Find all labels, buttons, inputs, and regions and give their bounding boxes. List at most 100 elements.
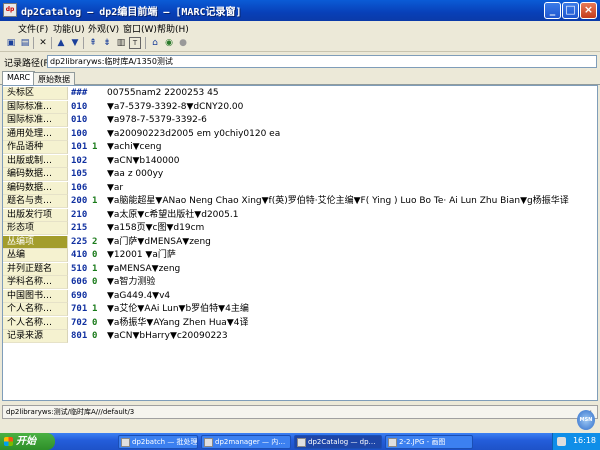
marc-field-row[interactable]: 记录来源 801 0 ▼aCN▼bHarry▼c20090223: [3, 330, 597, 343]
marc-field-row[interactable]: 形态项 215 ▼a158页▼c图▼d19cm: [3, 222, 597, 235]
field-indicator[interactable]: [92, 101, 106, 114]
next-icon[interactable]: ▼: [69, 37, 81, 49]
stop-icon[interactable]: ●: [177, 37, 189, 49]
marc-field-row[interactable]: 题名与责… 200 1 ▼a脑能超星▼ANao Neng Chao Xing▼f(英)…: [3, 195, 597, 208]
field-tag[interactable]: 702: [69, 317, 92, 330]
field-tag[interactable]: 105: [69, 168, 92, 181]
field-name[interactable]: 出版发行项: [3, 209, 68, 222]
template-icon[interactable]: T: [129, 37, 141, 49]
field-indicator[interactable]: [92, 128, 106, 141]
field-name[interactable]: 通用处理…: [3, 128, 68, 141]
msn-icon[interactable]: MSN: [577, 410, 595, 430]
field-value[interactable]: ▼a脑能超星▼ANao Neng Chao Xing▼f(英)罗伯特·艾伦主编▼…: [106, 195, 597, 208]
field-name[interactable]: 学科名称…: [3, 276, 68, 289]
title-bar[interactable]: dp dp2Catalog — dp2编目前端 — [MARC记录窗] _ □ …: [0, 0, 600, 21]
field-value[interactable]: ▼a杨振华▼AYang Zhen Hua▼4译: [106, 317, 597, 330]
prev-icon[interactable]: ▲: [55, 37, 67, 49]
taskbar-item-paint[interactable]: 2-2.JPG - 画图: [385, 435, 473, 449]
field-value[interactable]: ▼aCN▼b140000: [106, 155, 597, 168]
field-tag[interactable]: 701: [69, 303, 92, 316]
field-indicator[interactable]: 1: [92, 303, 106, 316]
field-name[interactable]: 题名与责…: [3, 195, 68, 208]
marc-field-row[interactable]: 出版或制… 102 ▼aCN▼b140000: [3, 155, 597, 168]
field-indicator[interactable]: [92, 114, 106, 127]
field-indicator[interactable]: [92, 222, 106, 235]
field-name[interactable]: 头标区: [3, 87, 68, 100]
field-name[interactable]: 记录来源: [3, 330, 68, 343]
field-tag[interactable]: 215: [69, 222, 92, 235]
field-value[interactable]: ▼a太原▼c希望出版社▼d2005.1: [106, 209, 597, 222]
field-indicator[interactable]: 0: [92, 249, 106, 262]
field-name[interactable]: 编码数据…: [3, 168, 68, 181]
field-name[interactable]: 出版或制…: [3, 155, 68, 168]
field-value[interactable]: ▼a智力测验: [106, 276, 597, 289]
field-name[interactable]: 编码数据…: [3, 182, 68, 195]
field-indicator[interactable]: 1: [92, 195, 106, 208]
marc-field-row[interactable]: 个人名称… 702 0 ▼a杨振华▼AYang Zhen Hua▼4译: [3, 317, 597, 330]
field-tag[interactable]: 690: [69, 290, 92, 303]
field-tag[interactable]: 410: [69, 249, 92, 262]
field-name[interactable]: 丛编: [3, 249, 68, 262]
marc-field-row[interactable]: 并列正题名 510 1 ▼aMENSA▼zeng: [3, 263, 597, 276]
taskbar-item-dp2manager[interactable]: dp2manager — 内…: [201, 435, 291, 449]
field-tag[interactable]: 010: [69, 114, 92, 127]
field-value[interactable]: ▼ar: [106, 182, 597, 195]
print-icon[interactable]: ▥: [115, 37, 127, 49]
marc-field-row[interactable]: 学科名称… 606 0 ▼a智力测验: [3, 276, 597, 289]
field-name[interactable]: 国际标准…: [3, 101, 68, 114]
field-tag[interactable]: 102: [69, 155, 92, 168]
field-tag[interactable]: 225: [69, 236, 92, 249]
load-icon[interactable]: ◉: [163, 37, 175, 49]
marc-editor-grid[interactable]: 头标区 ### 00755nam2 2200253 45 国际标准… 010 ▼a7-53…: [2, 85, 598, 401]
marc-field-row[interactable]: 个人名称… 701 1 ▼a艾伦▼AAi Lun▼b罗伯特▼4主编: [3, 303, 597, 316]
marc-field-row[interactable]: 编码数据… 106 ▼ar: [3, 182, 597, 195]
field-tag[interactable]: 101: [69, 141, 92, 154]
field-name[interactable]: 并列正题名: [3, 263, 68, 276]
marc-field-row[interactable]: 头标区 ### 00755nam2 2200253 45: [3, 87, 597, 100]
field-indicator[interactable]: [92, 290, 106, 303]
field-tag[interactable]: 210: [69, 209, 92, 222]
field-value[interactable]: ▼a艾伦▼AAi Lun▼b罗伯特▼4主编: [106, 303, 597, 316]
marc-field-row[interactable]: 编码数据… 105 ▼aa z 000yy: [3, 168, 597, 181]
marc-field-row[interactable]: 国际标准… 010 ▼a978-7-5379-3392-6: [3, 114, 597, 127]
field-tag[interactable]: 010: [69, 101, 92, 114]
field-value[interactable]: ▼a门萨▼dMENSA▼zeng: [106, 236, 597, 249]
field-indicator[interactable]: 2: [92, 236, 106, 249]
field-indicator[interactable]: [92, 168, 106, 181]
field-name[interactable]: 中国图书…: [3, 290, 68, 303]
delete-icon[interactable]: ✕: [37, 37, 49, 49]
save-as-icon[interactable]: ▤: [19, 37, 31, 49]
field-tag[interactable]: 200: [69, 195, 92, 208]
marc-field-row[interactable]: 国际标准… 010 ▼a7-5379-3392-8▼dCNY20.00: [3, 101, 597, 114]
field-value[interactable]: ▼aG449.4▼v4: [106, 290, 597, 303]
marc-field-row[interactable]: 作品语种 101 1 ▼achi▼ceng: [3, 141, 597, 154]
field-value[interactable]: ▼a978-7-5379-3392-6: [106, 114, 597, 127]
field-value[interactable]: ▼aMENSA▼zeng: [106, 263, 597, 276]
marc-field-row[interactable]: 通用处理… 100 ▼a20090223d2005 em y0chiy0120 ea: [3, 128, 597, 141]
tab-raw-data[interactable]: 原始数据: [33, 72, 75, 85]
field-indicator[interactable]: [92, 209, 106, 222]
record-path-input[interactable]: dp2libraryws:临时库A/1350测试: [47, 55, 597, 68]
field-name[interactable]: 丛编项: [3, 236, 68, 249]
field-indicator[interactable]: [92, 155, 106, 168]
field-tag[interactable]: 510: [69, 263, 92, 276]
field-indicator[interactable]: 0: [92, 317, 106, 330]
field-value[interactable]: ▼aCN▼bHarry▼c20090223: [106, 330, 597, 343]
field-name[interactable]: 形态项: [3, 222, 68, 235]
field-value[interactable]: ▼achi▼ceng: [106, 141, 597, 154]
field-value[interactable]: 00755nam2 2200253 45: [106, 87, 597, 100]
tab-marc[interactable]: MARC: [2, 71, 36, 86]
field-indicator[interactable]: 1: [92, 263, 106, 276]
field-tag[interactable]: ###: [69, 87, 92, 100]
marc-field-row[interactable]: 丛编 410 0 ▼12001 ▼a门萨: [3, 249, 597, 262]
field-indicator[interactable]: 1: [92, 141, 106, 154]
field-indicator[interactable]: 0: [92, 276, 106, 289]
field-name[interactable]: 国际标准…: [3, 114, 68, 127]
app-icon[interactable]: dp: [3, 3, 17, 17]
field-indicator[interactable]: [92, 182, 106, 195]
field-value[interactable]: ▼aa z 000yy: [106, 168, 597, 181]
field-name[interactable]: 个人名称…: [3, 317, 68, 330]
field-name[interactable]: 作品语种: [3, 141, 68, 154]
field-value[interactable]: ▼a20090223d2005 em y0chiy0120 ea: [106, 128, 597, 141]
tray-icon[interactable]: [557, 437, 566, 446]
